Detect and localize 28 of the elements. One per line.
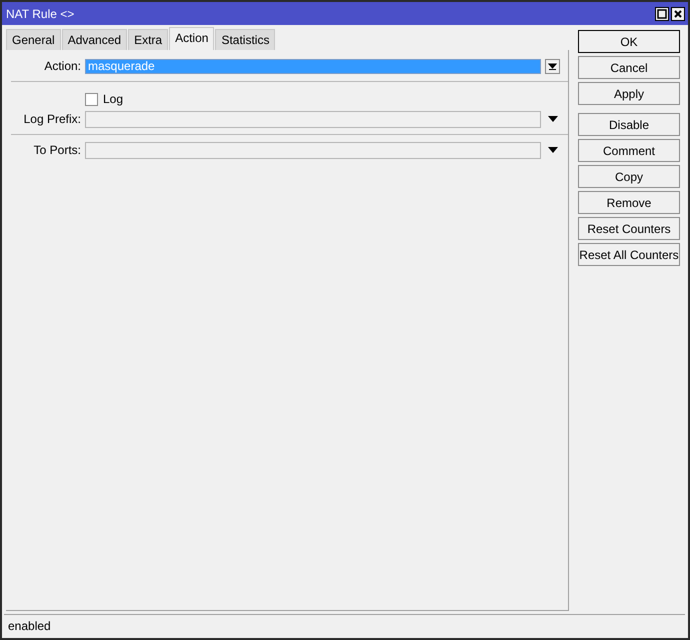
action-button[interactable]: Remove <box>578 191 680 214</box>
window-title: NAT Rule <> <box>6 6 74 20</box>
caret-icon[interactable] <box>548 147 558 153</box>
input-field[interactable] <box>85 142 541 158</box>
action-button[interactable]: Reset All Counters <box>578 243 680 266</box>
dropdown-button[interactable] <box>545 58 560 74</box>
action-button[interactable]: OK <box>578 30 680 53</box>
log-checkbox[interactable] <box>85 92 98 106</box>
action-button[interactable]: Reset Counters <box>578 217 680 240</box>
action-button[interactable]: Copy <box>578 165 680 188</box>
field-label: Log Prefix: <box>22 112 82 126</box>
field-label: Action: <box>43 59 82 73</box>
status-text: enabled <box>8 618 51 632</box>
tab[interactable]: Statistics <box>215 29 276 50</box>
checkbox-label: Log <box>103 92 124 106</box>
maximize-button[interactable] <box>655 6 669 20</box>
tab[interactable]: Advanced <box>62 29 128 50</box>
tab[interactable]: Extra <box>128 29 168 50</box>
caret-icon[interactable] <box>548 116 558 122</box>
close-button[interactable] <box>671 6 685 20</box>
input-field[interactable] <box>85 110 541 128</box>
tab[interactable]: General <box>6 29 61 50</box>
tab[interactable]: Action <box>169 27 214 50</box>
action-button[interactable]: Cancel <box>578 56 680 79</box>
action-button[interactable]: Disable <box>578 113 680 136</box>
action-button[interactable]: Apply <box>578 82 680 105</box>
action-button[interactable]: Comment <box>578 139 680 162</box>
field-label: To Ports: <box>32 143 82 157</box>
